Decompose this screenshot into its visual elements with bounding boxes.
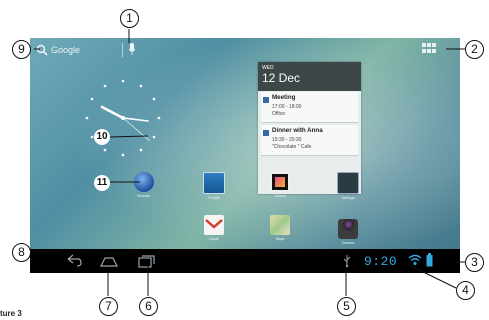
callout-7: 7 — [99, 297, 118, 316]
callout-9: 9 — [12, 40, 31, 59]
callout-2: 2 — [465, 40, 484, 59]
callout-3: 3 — [465, 253, 484, 272]
figure-caption: ture 3 — [0, 309, 22, 318]
callout-1: 1 — [120, 9, 139, 28]
callout-5: 5 — [337, 297, 356, 316]
callout-8: 8 — [12, 243, 31, 262]
callout-4: 4 — [456, 281, 475, 300]
callout-6: 6 — [139, 297, 158, 316]
callout-lines — [34, 29, 465, 296]
